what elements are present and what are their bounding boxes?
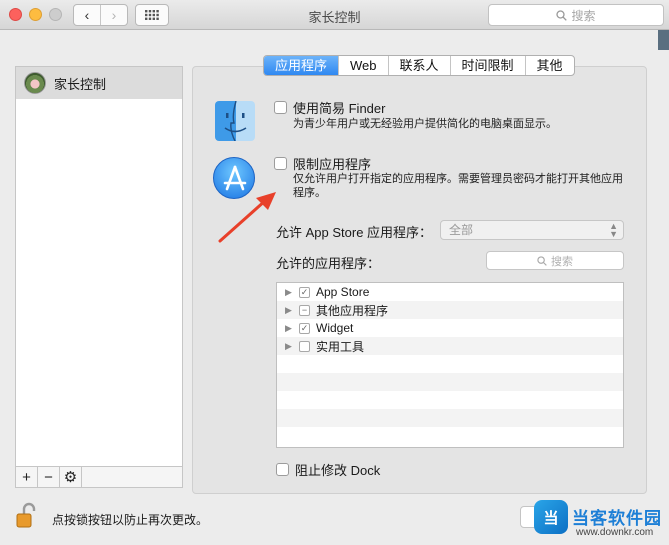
app-name: App Store	[316, 285, 370, 299]
simple-finder-checkbox[interactable]	[274, 101, 287, 114]
app-name: 其他应用程序	[316, 303, 389, 318]
simple-finder-label: 使用简易 Finder	[293, 101, 386, 116]
gear-icon[interactable]: ⚙	[60, 467, 82, 487]
avatar	[24, 72, 46, 94]
simple-finder-option[interactable]: 使用简易 Finder	[274, 98, 385, 117]
simple-finder-desc: 为青少年用户或无经验用户提供简化的电脑桌面显示。	[293, 118, 557, 130]
apps-search-placeholder: 搜索	[551, 255, 573, 268]
title-bar: ‹ › 家长控制 搜索	[0, 0, 669, 30]
tab-web[interactable]: Web	[339, 56, 389, 75]
limit-apps-label: 限制应用程序	[293, 157, 372, 172]
user-row[interactable]: 家长控制	[16, 67, 182, 99]
list-item-empty	[277, 373, 623, 391]
watermark: 当 当客软件园 www.downkr.com	[530, 498, 669, 545]
limit-apps-checkbox[interactable]	[274, 157, 287, 170]
lock-hint: 点按锁按钮以防止再次更改。	[52, 513, 209, 527]
disclosure-triangle-icon[interactable]: ▶	[285, 287, 293, 298]
window-edge	[658, 30, 669, 50]
search-icon	[556, 9, 568, 21]
allowed-apps-label: 允许的应用程序：	[276, 256, 381, 271]
appstore-allow-value: 全部	[449, 223, 474, 237]
dock-checkbox[interactable]	[276, 463, 289, 476]
appstore-allow-select[interactable]: 全部 ▲ ▼	[440, 220, 624, 240]
limit-apps-desc-2: 程序。	[293, 187, 326, 199]
search-icon	[537, 255, 547, 266]
arrow-annotation-icon	[218, 192, 276, 243]
apps-search-input[interactable]: 搜索	[486, 251, 624, 270]
list-item-empty	[277, 391, 623, 409]
lock-icon[interactable]	[15, 502, 39, 528]
dock-option[interactable]: 阻止修改 Dock	[276, 460, 380, 479]
list-item-empty	[277, 355, 623, 373]
user-list-footer: + − ⚙	[15, 466, 183, 488]
watermark-title: 当客软件园	[572, 509, 662, 528]
allowed-apps-list[interactable]: ▶ ✓ App Store ▶ − 其他应用程序 ▶ ✓ Widget ▶ 实用…	[276, 282, 624, 448]
appstore-allow-label: 允许 App Store 应用程序：	[276, 225, 433, 240]
remove-user-button[interactable]: −	[38, 467, 60, 487]
limit-apps-option[interactable]: 限制应用程序	[274, 154, 371, 173]
limit-apps-desc-1: 仅允许用户打开指定的应用程序。需要管理员密码才能打开其他应用	[293, 173, 623, 185]
list-item[interactable]: ▶ ✓ App Store	[277, 283, 623, 301]
app-checkbox[interactable]	[299, 340, 310, 352]
tab-contacts[interactable]: 联系人	[389, 56, 451, 75]
tab-other[interactable]: 其他	[526, 56, 574, 75]
tab-time-limits[interactable]: 时间限制	[451, 56, 526, 75]
list-item-empty	[277, 427, 623, 445]
user-list[interactable]: 家长控制	[15, 66, 183, 486]
list-item[interactable]: ▶ ✓ Widget	[277, 319, 623, 337]
user-name: 家长控制	[54, 76, 107, 92]
disclosure-triangle-icon[interactable]: ▶	[285, 323, 293, 334]
watermark-logo: 当	[534, 500, 568, 534]
app-checkbox[interactable]: ✓	[299, 286, 310, 298]
disclosure-triangle-icon[interactable]: ▶	[285, 305, 293, 316]
list-item[interactable]: ▶ 实用工具	[277, 337, 623, 355]
app-checkbox[interactable]: −	[299, 304, 310, 316]
search-placeholder: 搜索	[571, 8, 596, 23]
search-input[interactable]: 搜索	[488, 4, 664, 26]
finder-icon	[215, 101, 255, 141]
updown-icon: ▲ ▼	[609, 221, 618, 239]
app-checkbox[interactable]: ✓	[299, 322, 310, 334]
list-item-empty	[277, 409, 623, 427]
app-name: 实用工具	[316, 339, 365, 354]
app-name: Widget	[316, 321, 354, 335]
disclosure-triangle-icon[interactable]: ▶	[285, 341, 293, 352]
tab-bar: 应用程序 Web 联系人 时间限制 其他	[263, 55, 575, 76]
watermark-url: www.downkr.com	[576, 527, 654, 538]
add-user-button[interactable]: +	[16, 467, 38, 487]
dock-label: 阻止修改 Dock	[295, 463, 381, 478]
list-item[interactable]: ▶ − 其他应用程序	[277, 301, 623, 319]
tab-apps[interactable]: 应用程序	[264, 56, 340, 75]
